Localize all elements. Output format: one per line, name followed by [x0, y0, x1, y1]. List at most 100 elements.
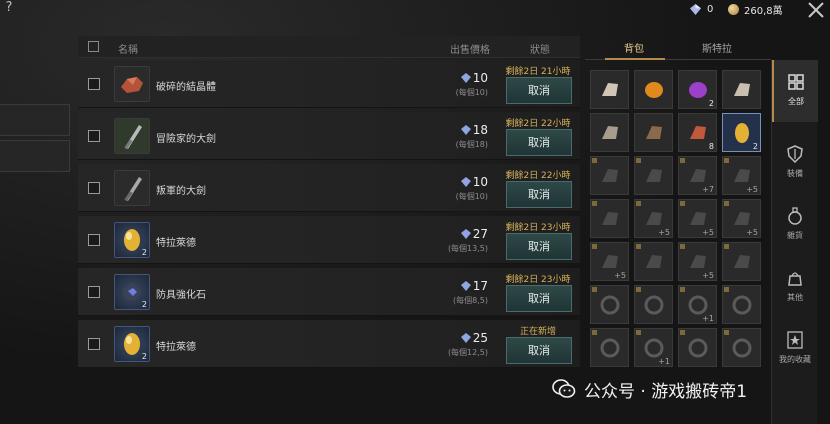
grid-icon: [788, 74, 804, 90]
inventory-slot[interactable]: [634, 156, 673, 195]
leather-icon: [646, 126, 662, 139]
unit-price: (每個18): [455, 140, 488, 149]
grade-marker: [724, 287, 729, 292]
inventory-slot[interactable]: [722, 285, 761, 324]
inventory-slot[interactable]: [590, 156, 629, 195]
cancel-button[interactable]: 取消: [506, 233, 572, 260]
item-name: 防具強化石: [156, 290, 206, 301]
status-text: 剩餘2日 22小時: [505, 171, 571, 181]
inventory-slot[interactable]: [678, 328, 717, 367]
grade-marker: [724, 244, 729, 249]
cancel-button[interactable]: 取消: [506, 77, 572, 104]
inventory-slot[interactable]: +1: [634, 328, 673, 367]
inventory-slot[interactable]: +5: [590, 242, 629, 281]
top-bar: ? 0 260,8萬: [0, 0, 830, 20]
golden-egg-icon: [735, 123, 749, 143]
inventory-slot[interactable]: +7: [678, 156, 717, 195]
inventory-slot[interactable]: [634, 285, 673, 324]
grade-marker: [636, 158, 641, 163]
item-name: 冒險家的大劍: [156, 134, 216, 145]
grade-marker: [636, 244, 641, 249]
grade-marker: [724, 330, 729, 335]
inventory-slot[interactable]: +5: [678, 242, 717, 281]
item-icon-slot[interactable]: 2: [114, 326, 150, 362]
slot-count: +7: [702, 185, 714, 194]
left-panel-tab[interactable]: [0, 104, 70, 136]
inventory-slot[interactable]: 8: [678, 113, 717, 152]
item-icon-slot[interactable]: [114, 118, 150, 154]
slot-count: +5: [614, 271, 626, 280]
item-price: 18: [438, 123, 488, 137]
inventory-slot[interactable]: [590, 113, 629, 152]
grade-marker: [592, 201, 597, 206]
inventory-slot[interactable]: [590, 285, 629, 324]
row-checkbox[interactable]: [88, 286, 100, 298]
item-name: 破碎的結晶體: [156, 82, 216, 93]
table-row: 冒險家的大劍 18 (每個18) 剩餘2日 22小時 取消: [78, 112, 580, 160]
tab-bag[interactable]: 背包: [624, 40, 644, 55]
inventory-slot[interactable]: +5: [678, 199, 717, 238]
tab-stella[interactable]: 斯特拉: [702, 40, 732, 55]
row-checkbox[interactable]: [88, 130, 100, 142]
bracelet-icon: [732, 295, 752, 315]
inventory-slot[interactable]: [590, 199, 629, 238]
row-checkbox[interactable]: [88, 182, 100, 194]
inventory-slot[interactable]: [590, 328, 629, 367]
row-checkbox[interactable]: [88, 234, 100, 246]
active-tab-indicator: [605, 58, 665, 60]
inventory-slot[interactable]: [634, 70, 673, 109]
inventory-slot[interactable]: [634, 113, 673, 152]
cancel-button[interactable]: 取消: [506, 181, 572, 208]
grade-marker: [680, 287, 685, 292]
gem-currency: 0: [690, 1, 713, 17]
star-icon: [787, 331, 803, 349]
diamond-icon: [460, 177, 471, 187]
sidebar-item-all[interactable]: 全部: [772, 60, 818, 122]
header-state: 狀態: [530, 45, 550, 56]
slot-count: +5: [746, 185, 758, 194]
grade-marker: [592, 244, 597, 249]
inventory-slot[interactable]: +5: [634, 199, 673, 238]
cancel-button[interactable]: 取消: [506, 285, 572, 312]
coin-count: 260,8萬: [744, 5, 783, 17]
sidebar-item-misc[interactable]: 雜貨: [772, 194, 818, 256]
left-panel-tab[interactable]: [0, 140, 70, 172]
inventory-slot[interactable]: 2: [678, 70, 717, 109]
cancel-button[interactable]: 取消: [506, 129, 572, 156]
status-text: 剩餘2日 22小時: [505, 119, 571, 129]
slot-count: 8: [708, 142, 714, 151]
inventory-slot[interactable]: +5: [722, 156, 761, 195]
status-text: 剩餘2日 21小時: [505, 67, 571, 77]
item-name: 特拉萊德: [156, 342, 196, 353]
inventory-slot[interactable]: [722, 328, 761, 367]
inventory-slot[interactable]: 2: [722, 113, 761, 152]
list-header: 名稱 出售價格 狀態: [78, 36, 580, 58]
sales-list: 名稱 出售價格 狀態 破碎的結晶體 10 (每個10) 剩餘2日 21小時 取消…: [78, 36, 580, 368]
close-icon[interactable]: [806, 0, 826, 20]
help-icon[interactable]: ?: [2, 1, 16, 15]
inventory-slot[interactable]: +5: [722, 199, 761, 238]
unit-price: (每個10): [455, 192, 488, 201]
sidebar-label: 裝備: [787, 169, 803, 178]
inventory-slot[interactable]: [722, 242, 761, 281]
item-icon-slot[interactable]: 2: [114, 274, 150, 310]
greatsword-icon: [124, 125, 142, 150]
item-icon-slot[interactable]: [114, 170, 150, 206]
inventory-slot[interactable]: [590, 70, 629, 109]
sidebar-item-favorites[interactable]: 我的收藏: [772, 318, 818, 380]
item-icon-slot[interactable]: [114, 66, 150, 102]
grade-marker: [680, 158, 685, 163]
row-checkbox[interactable]: [88, 338, 100, 350]
inventory-slot[interactable]: [634, 242, 673, 281]
purple-orb-icon: [689, 82, 707, 98]
sidebar-item-equipment[interactable]: 裝備: [772, 132, 818, 194]
row-checkbox[interactable]: [88, 78, 100, 90]
item-icon-slot[interactable]: 2: [114, 222, 150, 258]
inventory-slot[interactable]: +1: [678, 285, 717, 324]
status-text: 正在新增: [519, 327, 556, 337]
inventory-slot[interactable]: [722, 70, 761, 109]
coin-icon: [728, 3, 739, 15]
cancel-button[interactable]: 取消: [506, 337, 572, 364]
select-all-checkbox[interactable]: [88, 41, 99, 52]
sidebar-item-other[interactable]: 其他: [772, 256, 818, 318]
